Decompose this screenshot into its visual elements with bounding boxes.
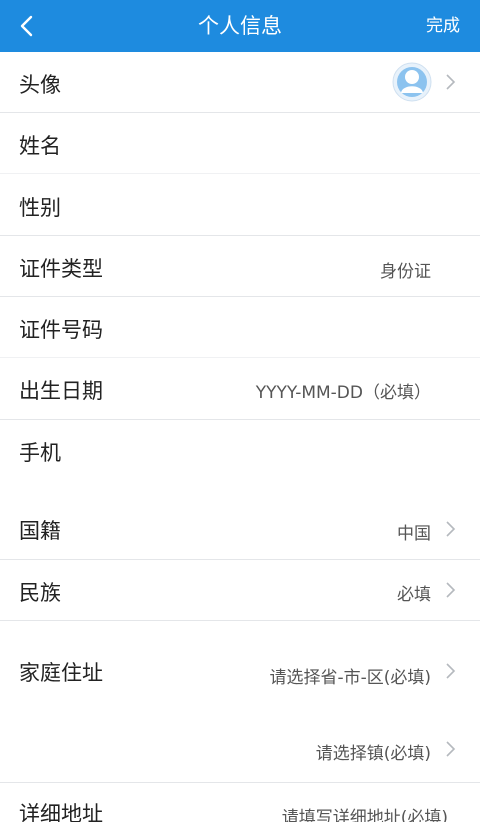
home-address-select[interactable]: 请选择省-市-区(必填) <box>269 663 431 688</box>
ethnicity-value[interactable]: 必填 <box>397 580 431 605</box>
birth-date-input[interactable]: YYYY-MM-DD（必填） <box>256 378 431 403</box>
gender-row[interactable]: 性别 <box>0 174 480 236</box>
nationality-label: 国籍 <box>19 519 61 543</box>
home-address-label: 家庭住址 <box>19 661 103 685</box>
birth-date-row[interactable]: 出生日期 YYYY-MM-DD（必填） <box>0 358 480 420</box>
id-type-value[interactable]: 身份证 <box>380 257 431 282</box>
detail-address-row[interactable]: 详细地址 请填写详细地址(必填) <box>0 783 480 822</box>
chevron-left-icon <box>20 15 33 37</box>
avatar-chevron-right-icon <box>446 74 456 90</box>
town-select[interactable]: 请选择镇(必填) <box>316 739 431 764</box>
back-button[interactable] <box>10 10 42 42</box>
home-address-row[interactable]: 家庭住址 请选择省-市-区(必填) <box>0 621 480 705</box>
ethnicity-row[interactable]: 民族 必填 <box>0 560 480 621</box>
id-type-row[interactable]: 证件类型 身份证 <box>0 236 480 297</box>
top-bar: 个人信息 完成 <box>0 0 480 52</box>
town-row[interactable]: 请选择镇(必填) <box>0 705 480 783</box>
nationality-value[interactable]: 中国 <box>397 519 431 544</box>
detail-address-label: 详细地址 <box>19 802 103 822</box>
id-number-label: 证件号码 <box>19 318 103 342</box>
gender-label: 性别 <box>19 196 61 220</box>
nationality-row[interactable]: 国籍 中国 <box>0 498 480 560</box>
nationality-chevron-right-icon <box>446 521 456 537</box>
avatar[interactable] <box>392 62 432 102</box>
ethnicity-label: 民族 <box>19 581 61 605</box>
id-number-row[interactable]: 证件号码 <box>0 297 480 358</box>
done-button[interactable]: 完成 <box>426 0 460 52</box>
detail-address-input[interactable]: 请填写详细地址(必填) <box>282 803 448 822</box>
page-title: 个人信息 <box>198 14 282 38</box>
id-type-label: 证件类型 <box>19 257 103 281</box>
phone-label: 手机 <box>19 441 61 465</box>
ethnicity-chevron-right-icon <box>446 582 456 598</box>
phone-row[interactable]: 手机 <box>0 420 480 498</box>
avatar-label: 头像 <box>19 73 61 97</box>
birth-date-label: 出生日期 <box>19 379 103 403</box>
name-label: 姓名 <box>19 134 61 158</box>
home-address-chevron-right-icon <box>446 663 456 679</box>
name-row[interactable]: 姓名 <box>0 113 480 174</box>
town-chevron-right-icon <box>446 741 456 757</box>
